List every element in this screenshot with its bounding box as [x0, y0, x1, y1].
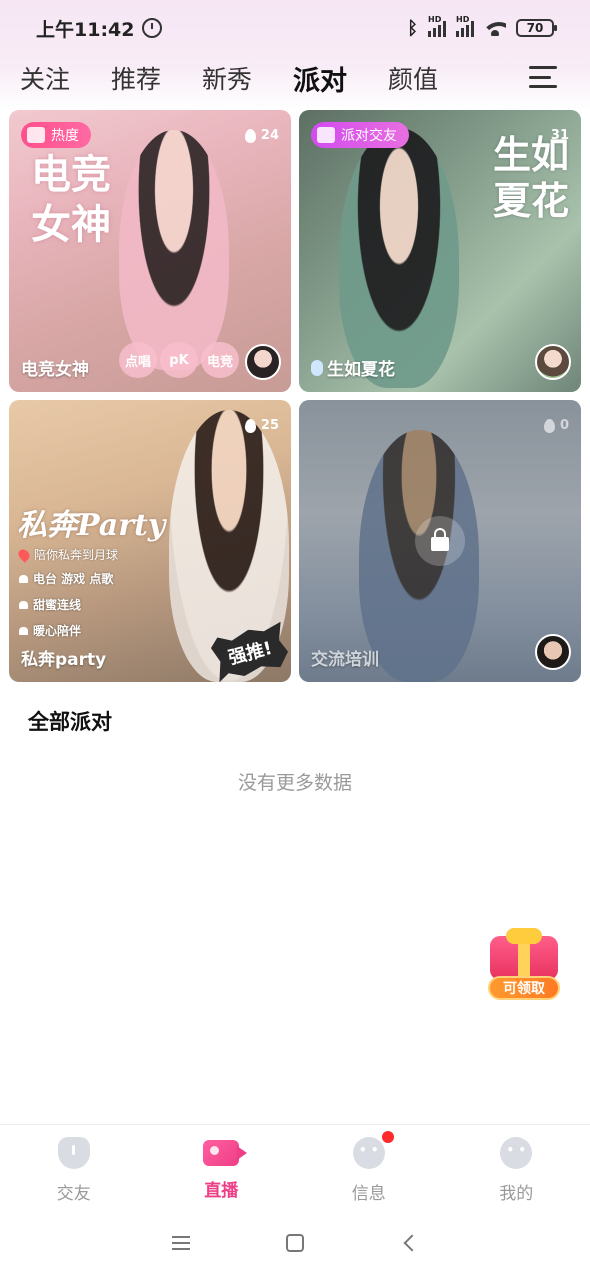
heat-count: 25: [244, 418, 279, 433]
nav-label: 我的: [499, 1184, 534, 1204]
card-title: 电竞女神: [21, 360, 89, 380]
badge-label: 热度: [51, 128, 79, 144]
status-bar: 上午11:42 ᛒ HD HD 70: [0, 0, 590, 56]
party-card-esports-goddess[interactable]: 电竞女神 热度 24 点唱 pK 电竞 电竞女神: [9, 110, 291, 392]
camera-icon: [203, 1140, 248, 1166]
gift-label: 可领取: [488, 976, 560, 1000]
tab-newcomer[interactable]: 新秀: [202, 60, 252, 96]
cover-overlay-title: 电竞女神: [31, 151, 111, 248]
host-avatar[interactable]: [535, 344, 571, 380]
lock-button[interactable]: [415, 516, 465, 566]
flame-icon: [244, 128, 256, 143]
nav-label: 直播: [204, 1181, 239, 1201]
heat-value: 24: [260, 128, 279, 143]
gift-bow-icon: [506, 928, 542, 944]
category-tabs: 关注 推荐 新秀 派对 颜值: [0, 56, 590, 100]
tag-item: pK: [160, 342, 198, 378]
nav-label: 信息: [351, 1184, 386, 1204]
host-avatar[interactable]: [245, 344, 281, 380]
battery-icon: 70: [516, 19, 557, 37]
face-icon: [500, 1137, 533, 1169]
tab-looks[interactable]: 颜值: [388, 60, 438, 96]
alarm-icon: [142, 18, 163, 38]
party-card-summer-flowers[interactable]: 生如夏花 派对交友 31 生如夏花: [299, 110, 581, 392]
heat-badge: 热度: [21, 122, 91, 148]
host-avatar[interactable]: [535, 634, 571, 670]
signal-icon-2: HD: [456, 15, 474, 37]
tag-item: 电竞: [201, 342, 239, 378]
system-navigation-bar: [0, 1208, 590, 1278]
card-title: 生如夏花: [327, 360, 395, 380]
heat-count: 0: [543, 418, 569, 433]
feature-text: 暖心陪伴: [33, 624, 82, 638]
cover-image: [119, 130, 229, 370]
bottom-navigation: 交友 直播 信息 我的: [0, 1124, 590, 1208]
nav-item-friends[interactable]: 交友: [0, 1125, 148, 1208]
section-title: 全部派对: [28, 710, 112, 734]
shield-icon: [57, 1137, 90, 1169]
bluetooth-icon: ᛒ: [407, 17, 418, 39]
card-title: 私奔party: [21, 650, 107, 670]
signal-icon-1: HD: [428, 15, 446, 37]
heat-value: 25: [260, 418, 279, 433]
flame-icon: [543, 418, 555, 433]
party-badge: 派对交友: [311, 122, 409, 148]
heat-count: 31: [551, 128, 569, 143]
wifi-icon: [484, 20, 506, 36]
card-title: 交流培训: [311, 650, 379, 670]
battery-level: 70: [526, 21, 544, 35]
cover-subline: 陪你私奔到月球: [16, 546, 119, 563]
signal-label-1: HD: [428, 15, 442, 24]
recent-apps-icon[interactable]: [172, 1236, 190, 1250]
heart-icon: [19, 626, 28, 635]
gift-reward-button[interactable]: 可领取: [480, 928, 568, 1002]
tab-recommend[interactable]: 推荐: [111, 60, 161, 96]
feature-text: 甜蜜连线: [33, 598, 82, 612]
home-icon[interactable]: [286, 1234, 304, 1252]
microphone-icon: [311, 359, 323, 376]
unread-dot: [382, 1131, 394, 1143]
heat-value: 31: [550, 128, 569, 143]
lock-icon: [431, 528, 449, 551]
thumbs-up-icon: [27, 127, 45, 143]
tab-follow[interactable]: 关注: [20, 60, 70, 96]
party-card-elope-party[interactable]: 私奔Party 陪你私奔到月球 电台 游戏 点歌 甜蜜连线 暖心陪伴 25 强推…: [9, 400, 291, 682]
cover-overlay-title: 私奔Party: [17, 508, 166, 543]
status-icons: ᛒ HD HD 70: [407, 15, 557, 39]
feature-item: 暖心陪伴: [19, 622, 113, 639]
nav-label: 交友: [56, 1184, 91, 1204]
party-card-training[interactable]: 0 交流培训: [299, 400, 581, 682]
feature-item: 甜蜜连线: [19, 596, 113, 613]
back-icon[interactable]: [403, 1234, 421, 1252]
feature-text: 电台 游戏 点歌: [33, 572, 114, 586]
menu-icon[interactable]: [529, 66, 557, 88]
feature-list: 电台 游戏 点歌 甜蜜连线 暖心陪伴: [19, 570, 113, 639]
status-time-group: 上午11:42: [36, 15, 163, 42]
signal-label-2: HD: [456, 15, 470, 24]
card-title-group: 生如夏花: [311, 355, 395, 380]
chat-icon: [352, 1137, 385, 1169]
heat-count: 24: [244, 128, 279, 143]
cover-image: [339, 128, 459, 388]
feature-item: 电台 游戏 点歌: [19, 570, 113, 587]
heart-icon: [19, 600, 28, 609]
status-time: 上午11:42: [36, 18, 135, 41]
cover-subline-text: 陪你私奔到月球: [34, 548, 119, 562]
location-pin-icon: [16, 546, 32, 563]
nav-item-profile[interactable]: 我的: [443, 1125, 590, 1208]
heart-icon: [19, 574, 28, 583]
hand-icon: [317, 127, 335, 143]
nav-item-messages[interactable]: 信息: [295, 1125, 443, 1208]
tab-party[interactable]: 派对: [293, 59, 347, 98]
heat-value: 0: [559, 418, 569, 433]
cover-overlay-title: 生如夏花: [492, 132, 569, 223]
nav-item-live[interactable]: 直播: [148, 1125, 296, 1208]
tag-item: 点唱: [119, 342, 157, 378]
badge-label: 派对交友: [341, 128, 397, 144]
tag-list: 点唱 pK 电竞: [119, 342, 239, 378]
empty-state-text: 没有更多数据: [237, 772, 352, 794]
flame-icon: [244, 418, 256, 433]
